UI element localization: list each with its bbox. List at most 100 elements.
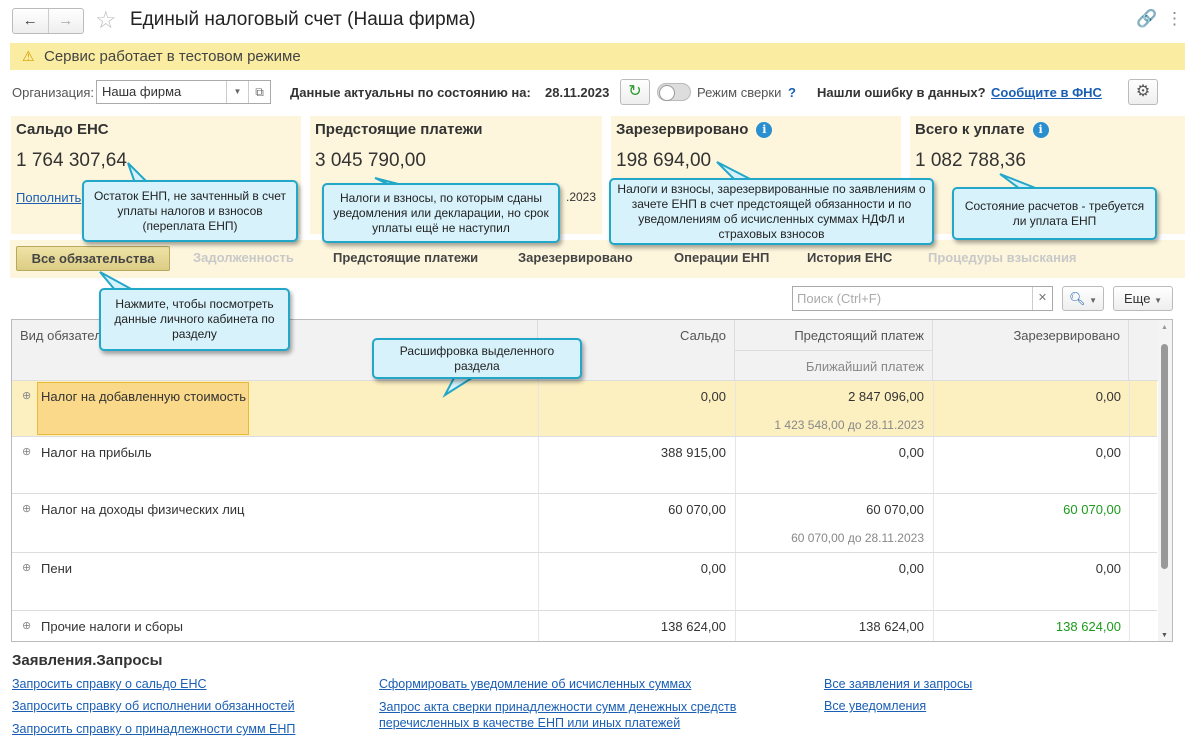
favorite-star-icon[interactable]: ☆ [95, 6, 117, 35]
clear-icon[interactable]: ✕ [1032, 287, 1052, 310]
row-nearest: 1 423 548,00 до 28.11.2023 [774, 418, 924, 432]
tooltip-saldo: Остаток ЕНП, не зачтенный в счет уплаты … [82, 180, 298, 242]
row-upcoming: 2 847 096,00 [848, 389, 924, 404]
row-saldo: 0,00 [700, 561, 726, 576]
col-header-upcoming[interactable]: Предстоящий платеж [735, 320, 933, 351]
row-saldo: 60 070,00 [668, 502, 726, 517]
banner-text: Сервис работает в тестовом режиме [44, 48, 301, 65]
row-name: Налог на прибыль [41, 445, 152, 460]
card-note: .2023 [566, 190, 597, 204]
row-reserved: 0,00 [1095, 561, 1121, 576]
expand-icon[interactable]: ⊕ [22, 619, 31, 632]
col-header-reserved[interactable]: Зарезервировано [933, 320, 1129, 381]
obligations-table: Вид обязател Сальдо Предстоящий платеж Б… [11, 319, 1173, 642]
create-notification-link[interactable]: Сформировать уведомление об исчисленных … [379, 677, 691, 691]
reconcile-mode-label: Режим сверки [697, 85, 782, 100]
tooltip-tabs: Нажмите, чтобы посмотреть данные личного… [99, 288, 290, 351]
row-name: Налог на доходы физических лиц [41, 502, 245, 517]
more-button[interactable]: Еще ▼ [1113, 286, 1173, 311]
settings-button[interactable]: ⚙ [1128, 79, 1158, 105]
warning-icon: ⚠ [22, 48, 35, 64]
actual-date: 28.11.2023 [545, 85, 610, 100]
tooltip-table: Расшифровка выделенного раздела [372, 338, 582, 379]
all-requests-link[interactable]: Все заявления и запросы [824, 677, 972, 691]
tooltip-upcoming: Налоги и взносы, по которым сданы уведом… [322, 183, 560, 243]
expand-icon[interactable]: ⊕ [22, 389, 31, 402]
row-reserved: 138 624,00 [1055, 619, 1121, 634]
table-row[interactable]: ⊕ Налог на прибыль 388 915,00 0,00 0,00 [12, 437, 1157, 494]
row-name: Пени [41, 561, 73, 576]
refresh-icon: ↻ [628, 83, 642, 100]
chevron-down-icon[interactable]: ▼ [226, 81, 248, 103]
row-upcoming: 0,00 [898, 561, 924, 576]
tab-ens-history[interactable]: История ЕНС [807, 250, 892, 265]
vertical-scrollbar[interactable]: ▲ ▼ [1158, 320, 1172, 641]
row-reserved: 0,00 [1095, 389, 1121, 404]
tooltip-reserved: Налоги и взносы, зарезервированные по за… [609, 178, 934, 245]
gear-icon: ⚙ [1135, 83, 1151, 100]
card-title: Предстоящие платежи [315, 121, 483, 138]
tab-upcoming-payments[interactable]: Предстоящие платежи [333, 250, 478, 265]
tab-all-obligations[interactable]: Все обязательства [16, 246, 170, 271]
row-name: Прочие налоги и сборы [41, 619, 184, 634]
refresh-button[interactable]: ↻ [620, 79, 650, 105]
table-row[interactable]: ⊕ Налог на добавленную стоимость 0,00 2 847… [12, 381, 1157, 437]
tab-enp-operations[interactable]: Операции ЕНП [674, 250, 769, 265]
info-icon[interactable]: i [756, 122, 773, 138]
request-ens-balance-link[interactable]: Запросить справку о сальдо ЕНС [12, 677, 207, 691]
test-mode-banner: ⚠ Сервис работает в тестовом режиме [10, 43, 1185, 70]
request-obligations-link[interactable]: Запросить справку об исполнении обязанно… [12, 699, 295, 713]
search-input[interactable]: Поиск (Ctrl+F) ✕ [792, 286, 1053, 311]
org-select[interactable]: Наша фирма ▼ ⧉ [96, 80, 271, 104]
report-fns-link[interactable]: Сообщите в ФНС [991, 85, 1102, 100]
top-up-link[interactable]: Пополнить [16, 190, 81, 205]
scrollbar-thumb[interactable] [1161, 344, 1168, 569]
open-icon[interactable]: ⧉ [248, 81, 270, 103]
reconcile-mode-toggle[interactable] [657, 83, 691, 101]
card-title: Сальдо ЕНС [16, 121, 109, 138]
row-saldo: 388 915,00 [660, 445, 726, 460]
tooltip-total-due: Состояние расчетов - требуется ли уплата… [952, 187, 1157, 240]
row-nearest: 60 070,00 до 28.11.2023 [791, 531, 924, 545]
section-tabs: Все обязательства Задолженность Предстоя… [10, 240, 1185, 278]
row-name: Налог на добавленную стоимость [41, 389, 246, 404]
card-value: 3 045 790,00 [315, 150, 426, 171]
request-enp-ownership-link[interactable]: Запросить справку о принадлежности сумм … [12, 722, 295, 736]
tab-reserved[interactable]: Зарезервировано [518, 250, 633, 265]
forward-button[interactable]: → [47, 9, 84, 33]
info-icon[interactable]: i [1032, 122, 1049, 138]
col-header-blank [1129, 320, 1159, 381]
back-button[interactable]: ← [13, 9, 48, 33]
help-link[interactable]: ? [788, 85, 796, 100]
tab-collection-procedures: Процедуры взыскания [928, 250, 1077, 265]
row-reserved: 0,00 [1095, 445, 1121, 460]
navigation-buttons: ← → [12, 8, 84, 34]
card-title: Зарезервировано i [616, 121, 773, 138]
all-notifications-link[interactable]: Все уведомления [824, 699, 926, 713]
link-icon[interactable]: 🔗 [1136, 9, 1157, 29]
row-upcoming: 138 624,00 [858, 619, 924, 634]
more-menu-icon[interactable]: ⋮ [1166, 9, 1183, 29]
row-reserved: 60 070,00 [1063, 502, 1121, 517]
card-value: 198 694,00 [616, 150, 712, 171]
actual-label: Данные актуальны по состоянию на: [290, 85, 531, 100]
window-title: Единый налоговый счет (Наша фирма) [130, 9, 476, 30]
search-button[interactable]: 🔍︎ ▼ [1062, 286, 1104, 311]
row-saldo: 138 624,00 [660, 619, 726, 634]
table-row[interactable]: ⊕ Пени 0,00 0,00 0,00 [12, 553, 1157, 611]
row-upcoming: 0,00 [898, 445, 924, 460]
table-row[interactable]: ⊕ Прочие налоги и сборы 138 624,00 138 624,… [12, 611, 1157, 641]
row-saldo: 0,00 [700, 389, 726, 404]
card-value: 1 082 788,36 [915, 150, 1026, 171]
col-header-nearest[interactable]: Ближайший платеж [735, 351, 933, 381]
org-label: Организация: [12, 85, 95, 100]
expand-icon[interactable]: ⊕ [22, 445, 31, 458]
org-value: Наша фирма [102, 84, 182, 99]
tab-debt: Задолженность [193, 250, 294, 265]
expand-icon[interactable]: ⊕ [22, 561, 31, 574]
search-icon: 🔍︎ [1068, 291, 1086, 306]
card-value: 1 764 307,64 [16, 150, 127, 171]
table-row[interactable]: ⊕ Налог на доходы физических лиц 60 070,00… [12, 494, 1157, 553]
expand-icon[interactable]: ⊕ [22, 502, 31, 515]
request-reconciliation-act-link[interactable]: Запрос акта сверки принадлежности сумм д… [379, 699, 769, 731]
